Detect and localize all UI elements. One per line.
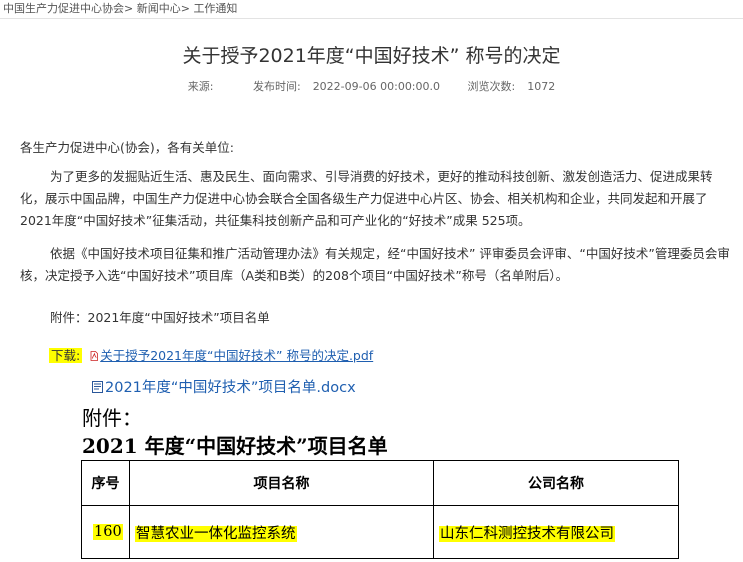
pdf-download-link[interactable]: 关于授予2021年度“中国好技术” 称号的决定.pdf — [100, 348, 373, 363]
breadcrumb-separator: > — [180, 2, 190, 15]
company-name-cell: 山东仁科测控技术有限公司 — [433, 505, 679, 559]
greeting: 各生产力促进中心(协会)，各有关单位: — [20, 140, 234, 155]
company-name: 山东仁科测控技术有限公司 — [439, 525, 615, 542]
docx-row: 2021年度“中国好技术”项目名单.docx — [92, 376, 356, 397]
table-header-row: 序号 项目名称 公司名称 — [81, 460, 679, 506]
project-name-cell: 智慧农业一体化监控系统 — [129, 505, 434, 559]
article-meta: 来源: 发布时间: 2022-09-06 00:00:00.0 浏览次数: 1072 — [0, 78, 743, 94]
pdf-file-icon — [90, 351, 99, 361]
breadcrumb-separator: > — [124, 2, 134, 15]
attachment-heading: 附件： — [82, 406, 142, 430]
paragraph-2: 依据《中国好技术项目征集和推广活动管理办法》有关规定，经“中国好技术” 评审委员… — [20, 246, 730, 283]
breadcrumb: 中国生产力促进中心协会> 新闻中心> 工作通知 — [3, 0, 237, 16]
project-table: 序号 项目名称 公司名称 160 智慧农业一体化监控系统 山东仁科测控技术有限公… — [81, 460, 679, 559]
column-header-company: 公司名称 — [433, 460, 679, 506]
download-label: 下载: — [49, 348, 83, 363]
row-number: 160 — [93, 524, 123, 540]
publish-value: 2022-09-06 00:00:00.0 — [312, 80, 441, 93]
column-header-project: 项目名称 — [129, 460, 434, 506]
attachment-line: 附件：2021年度“中国好技术”项目名单 — [50, 310, 270, 325]
paragraph-1: 为了更多的发掘贴近生活、惠及民生、面向需求、引导消费的好技术，更好的推动科技创新… — [20, 169, 713, 228]
project-name: 智慧农业一体化监控系统 — [135, 525, 297, 542]
breadcrumb-item-news[interactable]: 新闻中心 — [137, 2, 181, 15]
column-header-number: 序号 — [81, 460, 130, 506]
views-label: 浏览次数: — [467, 80, 516, 93]
article-title: 关于授予2021年度“中国好技术” 称号的决定 — [182, 45, 561, 67]
table-row: 160 智慧农业一体化监控系统 山东仁科测控技术有限公司 — [81, 505, 679, 559]
download-row: 下载: 关于授予2021年度“中国好技术” 称号的决定.pdf — [49, 345, 373, 364]
views-value: 1072 — [527, 80, 556, 93]
breadcrumb-item-association[interactable]: 中国生产力促进中心协会 — [3, 2, 124, 15]
source-label: 来源: — [187, 80, 214, 93]
word-file-icon — [92, 381, 103, 393]
list-title: 2021 年度“中国好技术”项目名单 — [82, 434, 388, 458]
docx-download-link[interactable]: 2021年度“中国好技术”项目名单.docx — [105, 380, 356, 396]
row-number-cell: 160 — [81, 505, 130, 559]
publish-label: 发布时间: — [252, 80, 301, 93]
breadcrumb-item-notices[interactable]: 工作通知 — [193, 2, 237, 15]
header-divider — [0, 18, 743, 19]
